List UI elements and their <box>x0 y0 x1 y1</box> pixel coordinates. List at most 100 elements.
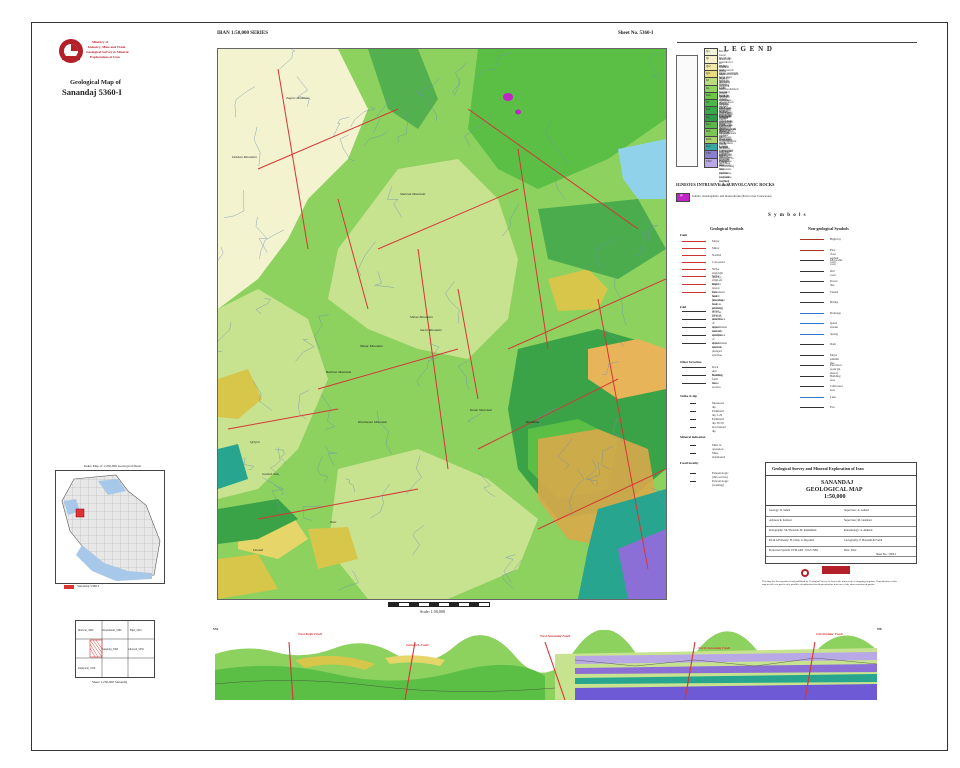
title-block-cell: Paleontology: A. Ahmadi <box>844 529 873 532</box>
intrusive-swatch <box>676 193 690 202</box>
nongeo-symbol-label: Tunnel <box>830 289 839 294</box>
geo-symbol-line <box>690 419 696 420</box>
geo-symbol-line <box>682 255 706 256</box>
title-block-cell: RS & GIS Ready: H. Jafari, A. Rayatnia <box>769 539 815 542</box>
map-place-label: Bahman Mountain <box>326 370 352 374</box>
nongeo-symbol-label: Dam <box>830 342 836 346</box>
geo-symbol-label: Paleontologic (thin section) <box>712 471 729 479</box>
geo-symbol-line <box>690 473 696 474</box>
cross-section-graphic <box>215 630 877 700</box>
legend-code: Ksh <box>706 92 711 97</box>
map-kind: GEOLOGICAL MAP <box>806 487 863 493</box>
geo-symbol-label: Mine in operation <box>712 443 724 451</box>
map-place-label: Shiraz Mountain <box>410 315 433 319</box>
nongeo-symbol-line <box>800 260 824 261</box>
map-place-label: Sareh Mountain <box>420 328 442 332</box>
nongeo-symbol-line <box>800 375 824 377</box>
nongeo-symbol-line <box>800 312 824 314</box>
gsi-small-logo <box>800 565 814 577</box>
title-block-rule <box>766 546 916 547</box>
nongeo-symbol-list: Highway First class asphalt road Motorable… <box>800 236 900 416</box>
index-legend-swatch <box>64 585 74 589</box>
geo-symbol-line <box>682 262 706 263</box>
geo-symbol-line <box>690 427 696 428</box>
geo-symbol-label: Axial trace of plunged syncline <box>712 341 722 357</box>
geo-symbol-label: Mine abandoned <box>712 451 725 459</box>
nongeo-symbol-label: Spring <box>830 331 839 336</box>
geo-symbol-line <box>682 319 706 320</box>
nongeo-symbol-line <box>800 239 824 240</box>
geo-symbol-label: Estimated dip 5-29 <box>712 409 724 417</box>
nongeo-symbol-label: Building area <box>830 373 841 382</box>
geo-symbol-line <box>682 343 706 344</box>
nongeo-symbol-label: Highway <box>830 237 841 241</box>
geo-symbol-line <box>682 276 706 277</box>
geo-symbol-line <box>682 383 706 384</box>
map-place-label: Masar Mountain <box>360 344 383 348</box>
geo-symbol-label: Estimated dip 30-59 <box>712 417 724 425</box>
partner-logo <box>822 566 850 574</box>
legend-code: Ks <box>706 85 710 90</box>
geo-symbol-line <box>682 327 706 328</box>
title-block-cell: Geology: R. Saheb <box>769 509 791 512</box>
geo-symbol-label: Overturned dip <box>712 425 726 433</box>
logo-line-2: Industry, Mine and Trade <box>88 45 126 49</box>
title-block-cell: Supervisor: A. Ashtari <box>844 509 869 512</box>
legend-code: Km <box>706 129 711 134</box>
nongeo-symbol-line <box>800 344 824 345</box>
geological-map[interactable] <box>217 48 667 600</box>
sheet-number: Sheet No. 5360-I <box>618 31 654 36</box>
nongeo-symbol-label: Power line <box>830 279 838 287</box>
sheet-index-cell-2: Divandarreh_5360 <box>102 629 122 632</box>
nongeo-symbol-line <box>800 365 824 366</box>
legend-unit-list: Qa Recent loose alluvium in braided river… <box>704 48 914 187</box>
map-place-label: Nasr <box>330 520 337 524</box>
map-scale: 1:50,000 <box>824 494 846 500</box>
map-name: SANANDAJ <box>821 480 854 486</box>
title-block-cell: Supervisor: M. Ghanbari <box>844 519 872 522</box>
fault-label-5: Cheshmidar Fault <box>816 632 843 636</box>
sheet-index-cell-1: Marivan_5260 <box>78 629 94 632</box>
title-block: Geological Survey and Mineral Exploratio… <box>765 462 917 564</box>
title-divider-1 <box>766 475 916 476</box>
nongeo-symbol-label: Dirt road <box>830 268 836 277</box>
title-note: This map has been produced and published… <box>762 580 897 587</box>
legend-code: Kul <box>706 143 711 148</box>
fault-label-2: Gamarch Fault <box>406 643 429 647</box>
map-place-label: Qelyeh <box>250 440 260 444</box>
geo-symbol-label: Normal <box>712 253 722 257</box>
title-block-rule <box>766 536 916 537</box>
sheet-index-cell-3: Bijar_5461 <box>130 629 142 632</box>
nongeo-symbol-line <box>800 407 824 408</box>
fault-heading: Fault <box>680 233 688 237</box>
sheet-ref: Sheet No.: 5360-I <box>876 553 896 556</box>
map-place-label: Doulab <box>253 548 264 552</box>
logo-line-1: Ministry of <box>92 40 109 44</box>
map-place-label: Kaniaban <box>526 420 540 424</box>
geo-symbol-line <box>682 335 706 336</box>
nongeo-symbol-line <box>800 333 824 335</box>
index-map <box>55 470 165 584</box>
title-block-rule <box>766 556 916 557</box>
geo-symbol-line <box>682 292 706 293</box>
title-block-cell: Projection System: UTM,GRS , WGS 1984 <box>769 549 818 552</box>
map-title-line-1: Geological Map of <box>70 79 121 86</box>
geo-symbol-line <box>690 453 696 454</box>
title-block-cell: Advisers R. Kohzad <box>769 519 792 522</box>
legend-strat-column <box>676 55 698 167</box>
nongeo-symbol-line <box>800 281 824 282</box>
nongeo-symbol-label: Qanat stream <box>830 321 838 329</box>
nongeo-symbol-label: Motorable road <box>830 258 843 266</box>
scale-label: Scale: 1:50,000 <box>420 609 445 614</box>
nongeo-symbol-line <box>800 249 824 251</box>
nongeo-symbol-label: Lake <box>830 394 836 399</box>
scale-bar <box>388 602 490 607</box>
geological-map-graphic[interactable] <box>218 49 666 599</box>
gsi-logo-icon <box>59 39 83 63</box>
title-block-rule <box>766 516 916 517</box>
nongeo-symbol-line <box>800 291 824 293</box>
legend-code: Qt1 <box>706 70 711 75</box>
geo-symbol-label: Concealed <box>712 260 725 264</box>
title-divider-2 <box>766 505 916 506</box>
fault-label-3: West Sanandaj Fault <box>540 634 571 638</box>
